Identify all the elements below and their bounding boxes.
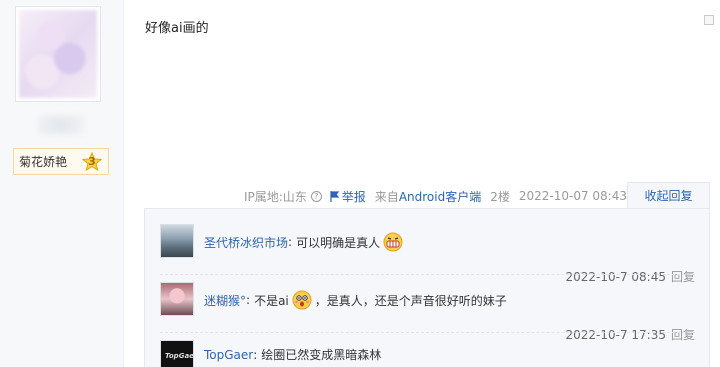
author-name-blurred[interactable] [38,116,84,134]
reply-separator: : [288,235,293,249]
reply-line: 圣代桥冰织市场 : 可以明确是真人 [204,232,406,252]
reply-footer: 2022-10-7 17:35 回复 [565,326,695,343]
report-flag-icon [330,190,340,202]
grinning-face-icon [383,232,403,252]
reply-text: 绘圈已然变成黑暗森林 [261,348,382,362]
report-link[interactable]: 举报 [330,188,366,205]
ip-location: IP属地:山东 [243,189,307,204]
reply-divider [160,274,695,275]
reply-username[interactable]: 圣代桥冰织市场 [204,234,288,251]
client-source: 来自Android客户端 [375,188,481,205]
help-question-icon[interactable]: ? [310,190,322,202]
surprised-face-icon [292,290,312,310]
reply-time: 2022-10-7 17:35 [565,328,666,342]
reply-avatar[interactable] [160,282,194,316]
reply-line: TopGaer : 绘圈已然变成黑暗森林 [204,346,381,363]
reply-button[interactable]: 回复 [671,328,695,342]
reply-footer: 2022-10-7 08:45 回复 [565,268,695,285]
floor-number: 2楼 [490,189,510,204]
post-time: 2022-10-07 08:43 [518,189,627,203]
author-sidebar: 菊花娇艳 3 [0,0,124,367]
post-content: 好像ai画的 [145,21,209,36]
reply-button[interactable]: 回复 [671,270,695,284]
reply-separator: : [253,347,258,362]
reply-avatar[interactable] [160,224,194,258]
client-link[interactable]: Android客户端 [399,190,481,204]
level-name: 菊花娇艳 [19,155,68,169]
avatar-logo-text: TopGaer [165,352,194,360]
reply-username[interactable]: TopGaer [204,348,253,362]
level-star-icon: 3 [82,151,102,172]
reply-text: 不是ai [254,293,289,308]
reply-text: 可以明确是真人 [296,235,381,250]
from-prefix: 来自 [374,189,399,204]
report-label: 举报 [341,189,366,204]
reply-time: 2022-10-7 08:45 [565,270,666,284]
post-meta-bar: IP属地:山东 ? 举报 来自Android客户端 2楼 2022-10-07 … [0,186,627,206]
avatar-image [19,10,97,98]
reply-username[interactable]: 迷糊猴° [204,292,246,309]
reply-text-continued: ，是真人，还是个声音很好听的妹子 [314,293,507,308]
author-avatar[interactable] [15,6,101,102]
reply-line: 迷糊猴° : 不是ai ，是真人，还是个声音很好听的妹子 [204,290,507,310]
post-menu-icon[interactable] [704,15,714,25]
reply-avatar[interactable]: TopGaer [160,340,194,367]
level-number: 3 [88,154,96,168]
reply-divider [160,332,695,333]
reply-separator: : [246,293,251,307]
collapse-replies-button[interactable]: 收起回复 [627,182,710,209]
reply-list: 圣代桥冰织市场 : 可以明确是真人 2022-10-7 08:45 回复 迷糊猴°… [144,208,710,367]
level-badge[interactable]: 菊花娇艳 3 [13,148,109,175]
